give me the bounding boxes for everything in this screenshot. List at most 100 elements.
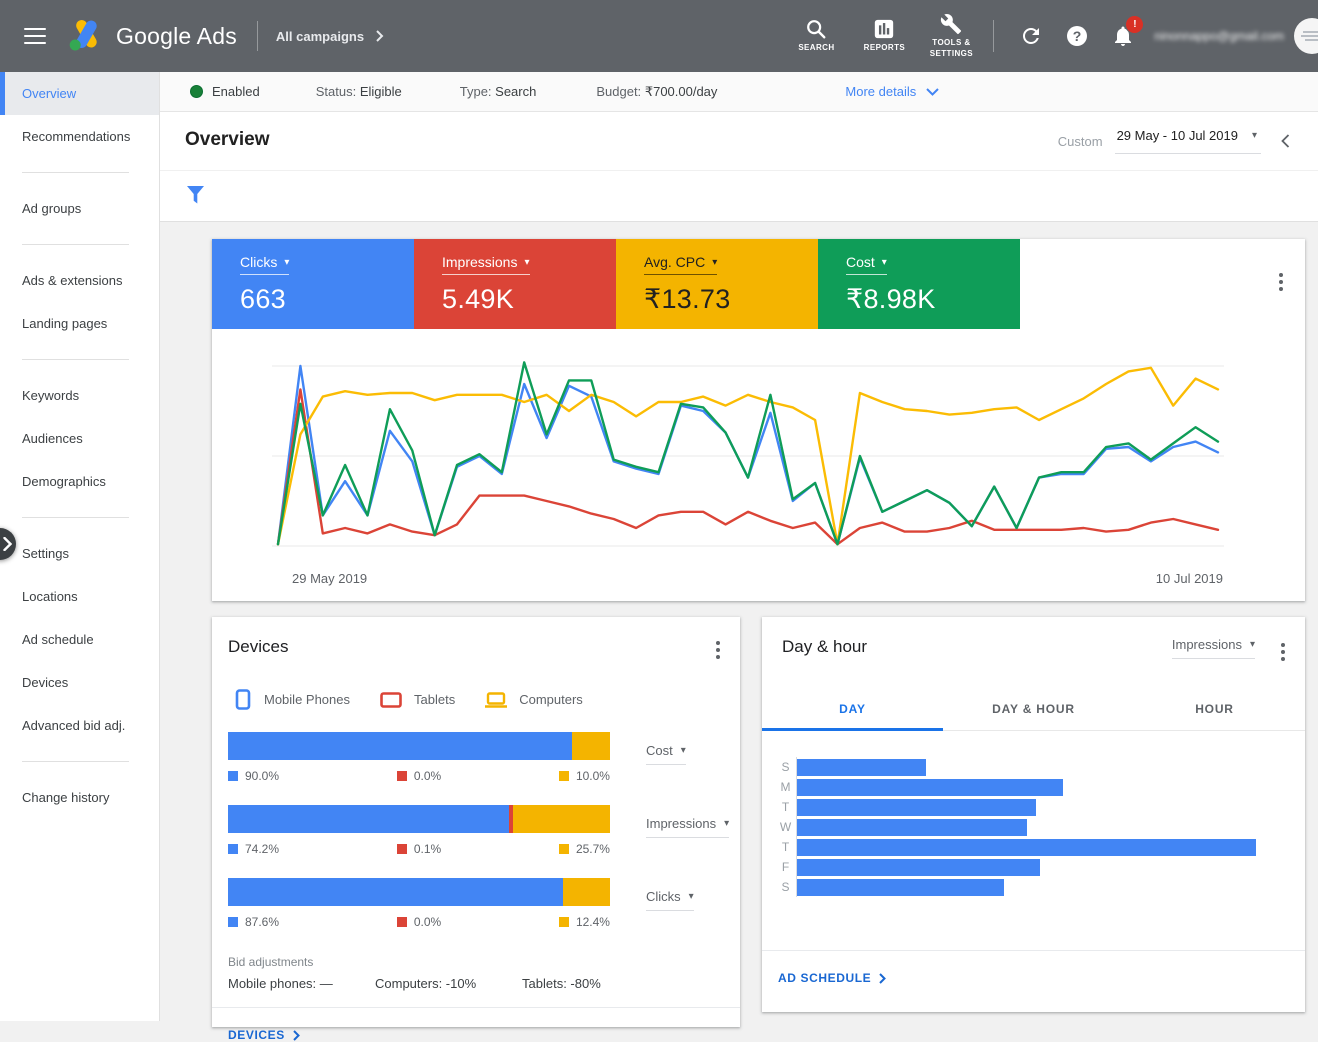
sidebar-item-advanced-bid-adj[interactable]: Advanced bid adj.	[0, 704, 159, 747]
sidebar-item-label: Locations	[22, 589, 78, 604]
wrench-icon	[940, 13, 962, 35]
help-button[interactable]: ?	[1054, 24, 1100, 48]
dropdown-arrow-icon: ▾	[284, 257, 289, 268]
day-bar	[797, 839, 1256, 856]
metric-selector-value: Cost	[646, 743, 673, 758]
day-hour-card-menu[interactable]	[1277, 639, 1289, 665]
day-bar-track	[796, 837, 1291, 857]
sidebar-item-ad-schedule[interactable]: Ad schedule	[0, 618, 159, 661]
account-email[interactable]: ninonnappo@gmail.com	[1154, 29, 1284, 43]
metric-card-clicks[interactable]: Clicks▾663	[212, 239, 414, 329]
sidebar-item-label: Demographics	[22, 474, 106, 489]
day-row-6: S	[778, 877, 1291, 897]
percentage-value: 87.6%	[245, 915, 279, 929]
cost-metric-selector[interactable]: Cost▾	[646, 743, 686, 765]
tools-settings-button[interactable]: TOOLS & SETTINGS	[919, 13, 983, 59]
metric-card-cost[interactable]: Cost▾₹8.98K	[818, 239, 1020, 329]
sidebar-item-label: Ads & extensions	[22, 273, 122, 288]
day-bar-track	[796, 757, 1291, 777]
sidebar-divider	[22, 172, 129, 173]
sidebar-item-label: Audiences	[22, 431, 83, 446]
sidebar-item-ad-groups[interactable]: Ad groups	[0, 187, 159, 230]
sidebar-divider	[22, 761, 129, 762]
chevron-down-icon	[926, 88, 939, 96]
chevron-left-icon	[1281, 134, 1290, 148]
notifications-button[interactable]: !	[1100, 24, 1146, 48]
day-bar-track	[796, 797, 1291, 817]
devices-bar-area: 90.0%0.0%10.0%	[228, 732, 610, 783]
mobile-percentage: 87.6%	[228, 915, 279, 929]
devices-card-menu[interactable]	[712, 637, 724, 663]
filter-bar	[160, 170, 1318, 222]
refresh-icon	[1019, 24, 1043, 48]
impressions-metric-selector[interactable]: Impressions▾	[646, 816, 729, 838]
budget-value: ₹700.00/day	[645, 84, 718, 99]
sidebar-item-ads-extensions[interactable]: Ads & extensions	[0, 259, 159, 302]
campaign-status[interactable]: Enabled	[190, 84, 260, 99]
tablet-percentage: 0.1%	[397, 842, 441, 856]
filter-icon[interactable]	[186, 185, 205, 205]
day-label: S	[778, 880, 793, 894]
date-range-picker[interactable]: 29 May - 10 Jul 2019 ▾	[1115, 128, 1261, 154]
computer-swatch-icon	[559, 771, 569, 781]
menu-icon[interactable]	[24, 23, 46, 49]
sidebar-item-overview[interactable]: Overview	[0, 72, 159, 115]
performance-card: Clicks▾663Impressions▾5.49KAvg. CPC▾₹13.…	[212, 239, 1305, 601]
tab-hour[interactable]: HOUR	[1124, 689, 1305, 731]
reports-button[interactable]: REPORTS	[851, 18, 917, 53]
day-row-0: S	[778, 757, 1291, 777]
tablet-percentage: 0.0%	[397, 769, 441, 783]
sidebar-item-devices[interactable]: Devices	[0, 661, 159, 704]
devices-footer-link[interactable]: DEVICES	[228, 1028, 740, 1042]
day-hour-card: Day & hour Impressions ▾ DAYDAY & HOURHO…	[762, 617, 1305, 1012]
sidebar-item-label: Keywords	[22, 388, 79, 403]
day-bar-track	[796, 857, 1291, 877]
sidebar-item-change-history[interactable]: Change history	[0, 776, 159, 819]
mobile-bar-segment	[228, 878, 563, 906]
budget-label: Budget:	[596, 84, 641, 99]
search-button[interactable]: SEARCH	[783, 18, 849, 53]
sidebar-item-keywords[interactable]: Keywords	[0, 374, 159, 417]
clicks-metric-selector[interactable]: Clicks▾	[646, 889, 694, 911]
metric-card-avg-cpc[interactable]: Avg. CPC▾₹13.73	[616, 239, 818, 329]
legend-label: Computers	[519, 692, 583, 707]
legend-item-mobile: Mobile Phones	[234, 689, 350, 710]
tab-day[interactable]: DAY	[762, 689, 943, 731]
dropdown-arrow-icon: ▾	[1252, 130, 1257, 141]
collapse-date-panel-button[interactable]	[1281, 134, 1290, 148]
ad-schedule-footer-link-label: AD SCHEDULE	[778, 971, 871, 985]
day-of-week-chart: SMTWTFS	[778, 757, 1291, 897]
day-bar	[797, 779, 1063, 796]
bid-adjustment-item: Tablets: -80%	[522, 976, 669, 991]
day-row-2: T	[778, 797, 1291, 817]
sidebar-item-settings[interactable]: Settings	[0, 532, 159, 575]
tab-day-hour[interactable]: DAY & HOUR	[943, 689, 1124, 731]
sidebar-divider	[22, 517, 129, 518]
metric-value: 663	[240, 284, 414, 315]
more-details-button[interactable]: More details	[845, 84, 939, 99]
divider	[257, 21, 258, 51]
breadcrumb[interactable]: All campaigns	[276, 29, 384, 44]
day-bar	[797, 759, 926, 776]
computer-percentage: 10.0%	[559, 769, 610, 783]
devices-metric-selector-wrap: Clicks▾	[646, 878, 694, 929]
sidebar-item-recommendations[interactable]: Recommendations	[0, 115, 159, 158]
metric-card-impressions[interactable]: Impressions▾5.49K	[414, 239, 616, 329]
day-row-3: W	[778, 817, 1291, 837]
ad-schedule-footer-link[interactable]: AD SCHEDULE	[778, 971, 1305, 985]
sidebar-item-demographics[interactable]: Demographics	[0, 460, 159, 503]
page-header: Overview Custom 29 May - 10 Jul 2019 ▾	[160, 112, 1318, 170]
day-label: W	[778, 820, 793, 834]
help-icon: ?	[1065, 24, 1089, 48]
performance-card-menu[interactable]	[1275, 269, 1287, 295]
metric-value: ₹8.98K	[846, 284, 1020, 315]
tablet-percentage: 0.0%	[397, 915, 441, 929]
refresh-button[interactable]	[1008, 24, 1054, 48]
sidebar-item-locations[interactable]: Locations	[0, 575, 159, 618]
day-hour-metric-selector[interactable]: Impressions ▾	[1172, 637, 1255, 659]
bid-adjustments-title: Bid adjustments	[228, 955, 724, 969]
sidebar-item-landing-pages[interactable]: Landing pages	[0, 302, 159, 345]
sidebar-item-audiences[interactable]: Audiences	[0, 417, 159, 460]
day-bar	[797, 799, 1036, 816]
avatar[interactable]	[1294, 18, 1318, 54]
